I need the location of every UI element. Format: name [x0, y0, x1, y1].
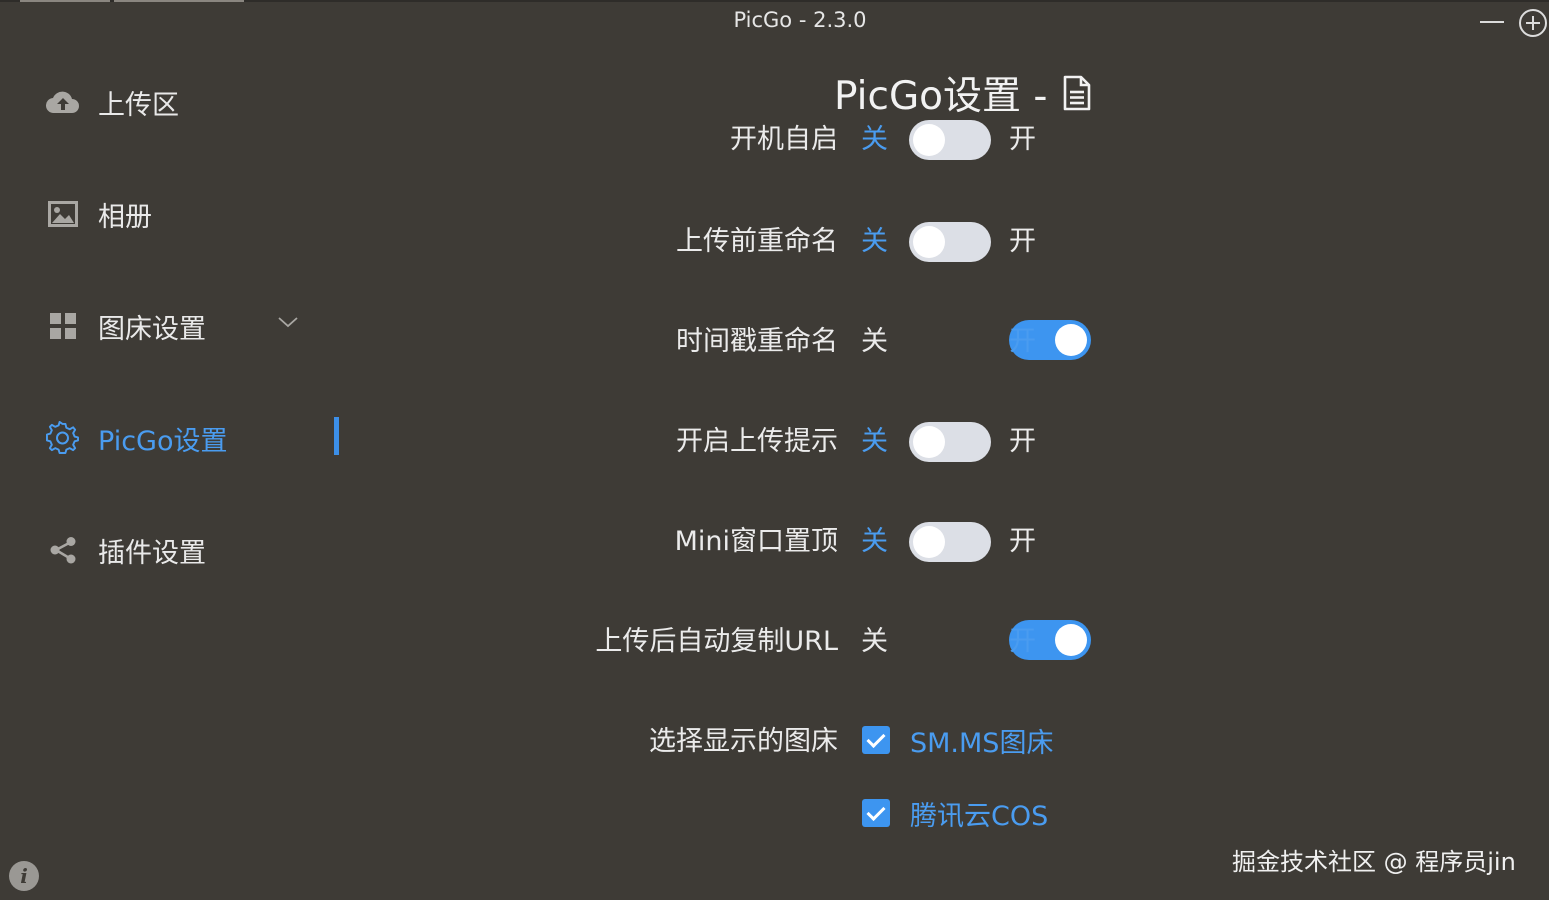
scroll-clip: 开机自启 关 开 — [560, 120, 1120, 164]
switch-knob — [913, 526, 945, 558]
switch-off-label: 关 — [861, 626, 888, 657]
setting-row-autostart: 开机自启 关 开 — [560, 120, 1100, 162]
switch-knob — [1055, 324, 1087, 356]
checkbox-checked-icon[interactable] — [862, 726, 890, 754]
switch-off-label: 关 — [861, 124, 888, 155]
sidebar-item-plugin-settings[interactable]: 插件设置 — [46, 530, 206, 570]
titlebar-edge — [0, 0, 1549, 2]
sidebar-item-label: 图床设置 — [98, 313, 206, 345]
autostart-switch[interactable] — [909, 120, 991, 160]
rename-before-upload-switch[interactable] — [909, 222, 991, 262]
sidebar-item-label: 插件设置 — [98, 537, 206, 569]
window-title: PicGo - 2.3.0 — [733, 8, 867, 32]
chevron-down-icon[interactable] — [277, 313, 299, 331]
setting-label: 时间戳重命名 — [676, 326, 838, 357]
setting-label: 上传前重命名 — [676, 226, 838, 257]
sidebar-item-label: 相册 — [98, 201, 152, 233]
setting-row-upload-notification: 开启上传提示 关 开 — [400, 420, 1100, 464]
sidebar-item-upload[interactable]: 上传区 — [46, 82, 179, 122]
titlebar-tab-highlight — [20, 0, 110, 2]
titlebar-tab-highlight — [114, 0, 244, 2]
switch-off-label: 关 — [861, 526, 888, 557]
checkbox-label: 腾讯云COS — [910, 800, 1049, 832]
info-icon[interactable]: i — [9, 861, 39, 891]
watermark: 掘金技术社区 @ 程序员jin — [1232, 848, 1516, 876]
picbed-checkbox-tcyun[interactable]: 腾讯云COS — [862, 793, 1048, 833]
sidebar-item-picbed-settings[interactable]: 图床设置 — [46, 306, 206, 346]
setting-label: 开启上传提示 — [676, 426, 838, 457]
switch-off-label: 关 — [861, 326, 888, 357]
image-icon — [46, 197, 80, 231]
sidebar-item-album[interactable]: 相册 — [46, 194, 152, 234]
minimize-icon[interactable] — [1479, 8, 1505, 36]
switch-on-label: 开 — [1009, 226, 1036, 257]
switch-on-label: 开 — [1009, 626, 1036, 657]
switch-on-label: 开 — [1009, 426, 1036, 457]
switch-knob — [1055, 624, 1087, 656]
checkbox-checked-icon[interactable] — [862, 799, 890, 827]
close-icon[interactable] — [1519, 9, 1547, 37]
share-icon — [46, 533, 80, 567]
switch-off-label: 关 — [861, 226, 888, 257]
sidebar-item-label: PicGo设置 — [98, 425, 228, 457]
switch-knob — [913, 226, 945, 258]
active-indicator — [334, 417, 339, 455]
mini-window-top-switch[interactable] — [909, 522, 991, 562]
picbed-select-label: 选择显示的图床 — [649, 726, 838, 757]
setting-row-mini-window-top: Mini窗口置顶 关 开 — [400, 520, 1100, 564]
grid-icon — [46, 309, 80, 343]
gear-icon — [46, 421, 80, 455]
setting-label: 上传后自动复制URL — [595, 626, 838, 657]
document-icon[interactable] — [1062, 74, 1092, 112]
page-title: PicGo设置 - — [834, 68, 1092, 119]
sidebar-item-picgo-settings[interactable]: PicGo设置 — [46, 418, 227, 458]
switch-on-label: 开 — [1009, 124, 1036, 155]
switch-knob — [913, 124, 945, 156]
sidebar-item-label: 上传区 — [98, 89, 179, 121]
app-window: PicGo - 2.3.0 上传区 相册 图床设置 PicGo设置 插件设置 P… — [0, 0, 1549, 900]
switch-on-label: 开 — [1009, 526, 1036, 557]
picbed-checkbox-smms[interactable]: SM.MS图床 — [862, 720, 1053, 760]
page-title-text: PicGo设置 - — [834, 74, 1048, 119]
switch-on-label: 开 — [1009, 326, 1036, 357]
setting-row-timestamp-rename: 时间戳重命名 关 开 — [400, 320, 1100, 364]
setting-row-auto-copy-url: 上传后自动复制URL 关 开 — [400, 620, 1100, 664]
switch-knob — [913, 426, 945, 458]
cloud-upload-icon — [46, 85, 80, 119]
setting-label: Mini窗口置顶 — [674, 526, 838, 557]
setting-label: 开机自启 — [730, 124, 838, 155]
upload-notification-switch[interactable] — [909, 422, 991, 462]
checkbox-label: SM.MS图床 — [910, 727, 1054, 759]
setting-row-rename-before-upload: 上传前重命名 关 开 — [400, 220, 1100, 264]
switch-off-label: 关 — [861, 426, 888, 457]
